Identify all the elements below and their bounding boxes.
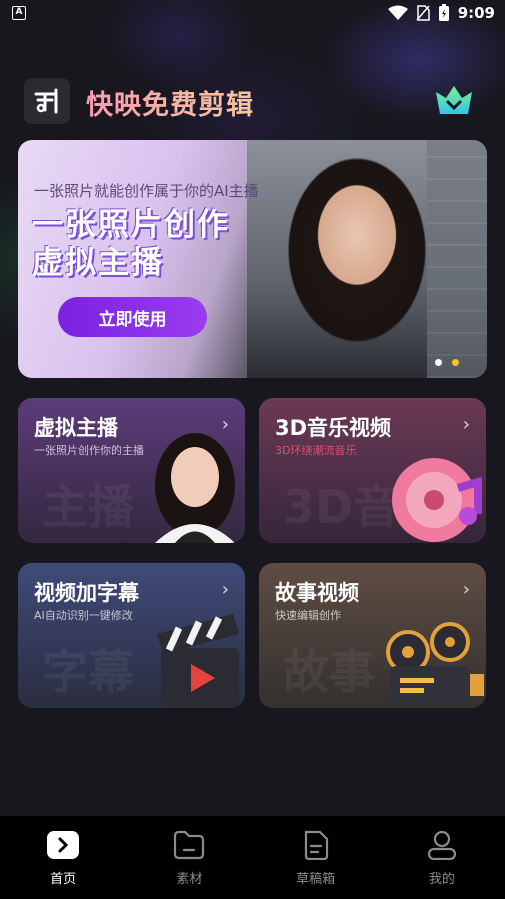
card-watermark: 故事	[283, 645, 375, 699]
folder-icon	[174, 830, 205, 860]
card-story-video[interactable]: 故事 故事视频 快速编辑创作 ›	[259, 563, 486, 708]
nav-item-profile[interactable]: 我的	[379, 816, 505, 899]
clapperboard-icon	[157, 614, 239, 706]
promo-banner[interactable]: 一张照片就能创作属于你的AI主播 一张照片创作 虚拟主播 立即使用	[18, 140, 487, 378]
card-subtitle: AI自动识别一键修改	[34, 609, 133, 622]
card-subtitle: 快速编辑创作	[275, 609, 341, 622]
banner-pagination	[435, 359, 459, 366]
pagination-dot[interactable]	[435, 359, 442, 366]
nav-label: 我的	[428, 872, 455, 887]
vip-crown-icon[interactable]	[434, 82, 474, 118]
chevron-right-icon: ›	[462, 579, 470, 600]
sim-off-icon	[416, 5, 430, 21]
status-right: 9:09	[387, 4, 495, 22]
bottom-navigation: 首页 素材 草稿箱 我的	[0, 816, 505, 899]
card-watermark: 字幕	[42, 645, 134, 699]
card-subtitle: 一张照片创作你的主播	[34, 444, 144, 457]
app-title: 快映免费剪辑	[86, 83, 254, 122]
banner-title: 一张照片创作 虚拟主播	[32, 206, 230, 282]
banner-title-line1: 一张照片创作	[32, 207, 230, 243]
nav-label: 素材	[176, 872, 203, 887]
document-icon	[304, 830, 328, 860]
nav-item-drafts[interactable]: 草稿箱	[253, 816, 379, 899]
banner-title-line2: 虚拟主播	[32, 245, 164, 281]
battery-icon	[438, 4, 449, 21]
avatar-portrait-icon	[155, 433, 235, 543]
card-title: 视频加字幕	[34, 581, 139, 605]
logo-icon	[34, 88, 58, 114]
card-virtual-anchor[interactable]: 主播 虚拟主播 一张照片创作你的主播 ›	[18, 398, 245, 543]
card-title: 3D音乐视频	[275, 416, 392, 440]
card-watermark: 3D音	[283, 480, 400, 534]
chevron-right-icon: ›	[221, 579, 229, 600]
nav-label: 首页	[50, 872, 77, 887]
user-icon	[427, 830, 456, 860]
card-video-subtitles[interactable]: 字幕 视频加字幕 AI自动识别一键修改 ›	[18, 563, 245, 708]
banner-subtitle: 一张照片就能创作属于你的AI主播	[34, 182, 259, 200]
nav-item-materials[interactable]: 素材	[126, 816, 252, 899]
nav-label: 草稿箱	[296, 872, 336, 887]
app-header: 快映免费剪辑	[24, 78, 484, 124]
wifi-icon	[387, 5, 408, 20]
app-logo	[24, 78, 70, 124]
card-title: 虚拟主播	[34, 416, 118, 440]
music-record-icon	[392, 458, 482, 542]
card-title: 故事视频	[275, 581, 359, 605]
film-projector-icon	[386, 622, 484, 704]
pagination-dot-active[interactable]	[452, 359, 459, 366]
status-bar: A 9:09	[0, 0, 505, 28]
card-subtitle: 3D环绕潮流音乐	[275, 444, 357, 457]
notification-icon: A	[12, 6, 26, 20]
nav-item-home[interactable]: 首页	[0, 816, 126, 899]
play-home-icon	[47, 831, 80, 859]
use-now-button[interactable]: 立即使用	[58, 297, 207, 337]
card-watermark: 主播	[42, 480, 134, 534]
card-3d-music-video[interactable]: 3D音 3D音乐视频 3D环绕潮流音乐 ›	[259, 398, 486, 543]
status-time: 9:09	[457, 4, 495, 22]
chevron-right-icon: ›	[462, 414, 470, 435]
banner-background-building	[427, 140, 487, 378]
